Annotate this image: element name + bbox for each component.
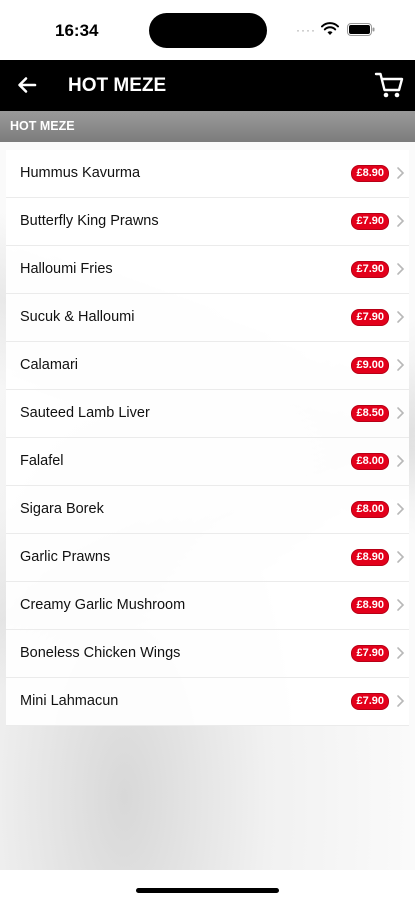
chevron-right-icon (397, 311, 405, 323)
price-badge: £8.90 (351, 597, 389, 614)
price-badge: £7.90 (351, 693, 389, 710)
cart-icon[interactable] (374, 71, 404, 99)
menu-item[interactable]: Halloumi Fries £7.90 (6, 246, 409, 294)
battery-icon (347, 23, 375, 36)
price-badge: £8.50 (351, 405, 389, 422)
item-name: Boneless Chicken Wings (20, 645, 181, 661)
price-badge: £8.90 (351, 165, 389, 182)
cellular-signal-icon: ···· (296, 23, 316, 37)
price-badge: £7.90 (351, 645, 389, 662)
menu-item[interactable]: Hummus Kavurma £8.90 (6, 150, 409, 198)
chevron-right-icon (397, 455, 405, 467)
chevron-right-icon (397, 551, 405, 563)
dynamic-island (149, 13, 267, 48)
wifi-icon (321, 22, 339, 35)
item-name: Garlic Prawns (20, 549, 111, 565)
menu-item[interactable]: Butterfly King Prawns £7.90 (6, 198, 409, 246)
chevron-right-icon (397, 407, 405, 419)
section-title: HOT MEZE (10, 119, 75, 133)
menu-item[interactable]: Sucuk & Halloumi £7.90 (6, 294, 409, 342)
chevron-right-icon (397, 215, 405, 227)
price-badge: £8.90 (351, 549, 389, 566)
chevron-right-icon (397, 695, 405, 707)
menu-item[interactable]: Falafel £8.00 (6, 438, 409, 486)
arrow-left-icon[interactable] (14, 72, 40, 98)
menu-item[interactable]: Boneless Chicken Wings £7.90 (6, 630, 409, 678)
price-badge: £7.90 (351, 213, 389, 230)
chevron-right-icon (397, 503, 405, 515)
page-title: HOT MEZE (68, 75, 167, 96)
price-badge: £8.00 (351, 501, 389, 518)
menu-item[interactable]: Creamy Garlic Mushroom £8.90 (6, 582, 409, 630)
price-badge: £7.90 (351, 261, 389, 278)
chevron-right-icon (397, 263, 405, 275)
price-badge: £7.90 (351, 309, 389, 326)
home-indicator[interactable] (136, 888, 279, 893)
section-header: HOT MEZE (0, 111, 415, 142)
chevron-right-icon (397, 359, 405, 371)
menu-item[interactable]: Garlic Prawns £8.90 (6, 534, 409, 582)
chevron-right-icon (397, 599, 405, 611)
item-name: Butterfly King Prawns (20, 213, 159, 229)
item-name: Halloumi Fries (20, 261, 113, 277)
item-name: Sauteed Lamb Liver (20, 405, 150, 421)
item-name: Mini Lahmacun (20, 693, 119, 709)
navigation-bar: HOT MEZE (0, 60, 415, 111)
item-name: Calamari (20, 357, 79, 373)
menu-list: Hummus Kavurma £8.90 Butterfly King Praw… (0, 150, 415, 726)
menu-item[interactable]: Sigara Borek £8.00 (6, 486, 409, 534)
home-bar (0, 870, 415, 900)
item-name: Sigara Borek (20, 501, 104, 517)
menu-item[interactable]: Calamari £9.00 (6, 342, 409, 390)
price-badge: £9.00 (351, 357, 389, 374)
status-time: 16:34 (55, 21, 99, 40)
item-name: Sucuk & Halloumi (20, 309, 135, 325)
menu-item[interactable]: Mini Lahmacun £7.90 (6, 678, 409, 726)
chevron-right-icon (397, 647, 405, 659)
item-name: Hummus Kavurma (20, 165, 141, 181)
status-bar: 16:34 ···· (0, 0, 415, 60)
item-name: Falafel (20, 453, 64, 469)
menu-item[interactable]: Sauteed Lamb Liver £8.50 (6, 390, 409, 438)
menu-content: Hummus Kavurma £8.90 Butterfly King Praw… (0, 142, 415, 870)
price-badge: £8.00 (351, 453, 389, 470)
item-name: Creamy Garlic Mushroom (20, 597, 186, 613)
chevron-right-icon (397, 167, 405, 179)
